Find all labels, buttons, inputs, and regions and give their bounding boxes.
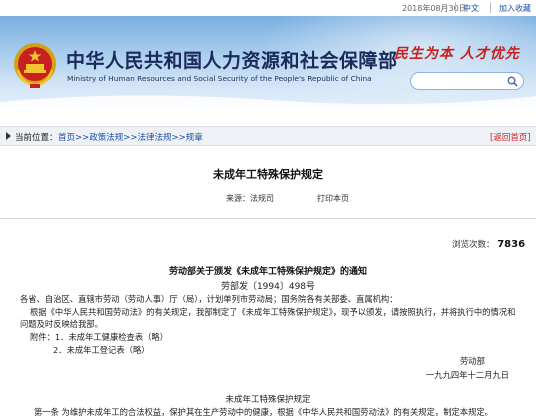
site-title-english: Ministry of Human Resources and Social S… [67,74,372,83]
site-slogan: 民生为本 人才优先 [394,46,520,62]
banner-wave-decoration [0,95,536,110]
national-emblem-icon [14,43,56,88]
article-clause: 第一条 为维护未成年工的合法权益，保护其在生产劳动中的健康，根据《中华人民共和国… [34,407,493,417]
body-paragraph: 根据《中华人民共和国劳动法》的有关规定，我部制定了《未成年工特殊保护规定》，现予… [20,307,516,329]
print-page-link[interactable]: 打印本页 [317,193,349,204]
attachment-item: 附件：1．未成年工健康检查表（略） [30,332,169,342]
view-count-value: 7836 [497,239,526,250]
breadcrumb-label: 当前位置： [15,133,58,143]
body-paragraph: 各省、自治区、直辖市劳动（劳动人事）厅（局），计划单列市劳动局；国务院各有关部委… [20,294,398,304]
notice-title: 劳动部关于颁发《未成年工特殊保护规定》的通知 [168,267,367,277]
current-date: 2018年08月30日 [402,4,467,13]
document-number: 劳部发〔1994〕498号 [220,282,316,292]
divider [490,2,491,13]
article-source: 来源：法规司 [226,194,274,203]
site-title-chinese: 中华人民共和国人力资源和社会保障部 [66,50,398,72]
divider [455,2,456,13]
page-title: 未成年工特殊保护规定 [213,168,323,181]
add-favorite-link[interactable]: 加入收藏 [499,3,531,14]
back-to-home-link[interactable]: [返回首页] [490,131,531,143]
sign-date: 一九九四年十二月九日 [426,370,509,380]
language-link[interactable]: 中文 [463,3,479,14]
breadcrumb: 当前位置： 首页>>政策法规>>法律法规>>规章 [返回首页] [0,126,536,146]
view-counter: 浏览次数： 7836 [452,238,525,250]
divider [0,218,536,219]
breadcrumb-path-links[interactable]: 首页>>政策法规>>法律法规>>规章 [58,131,203,143]
top-utility-bar: 2018年08月30日 中文 加入收藏 [0,0,536,16]
view-count-label: 浏览次数： [452,240,495,250]
site-header-banner: 中华人民共和国人力资源和社会保障部 Ministry of Human Reso… [0,16,536,110]
search-icon[interactable] [507,76,518,87]
breadcrumb-arrow-icon [6,132,11,140]
signer: 劳动部 [460,356,485,366]
search-input[interactable] [419,75,504,87]
regulation-title: 未成年工特殊保护规定 [225,395,311,405]
